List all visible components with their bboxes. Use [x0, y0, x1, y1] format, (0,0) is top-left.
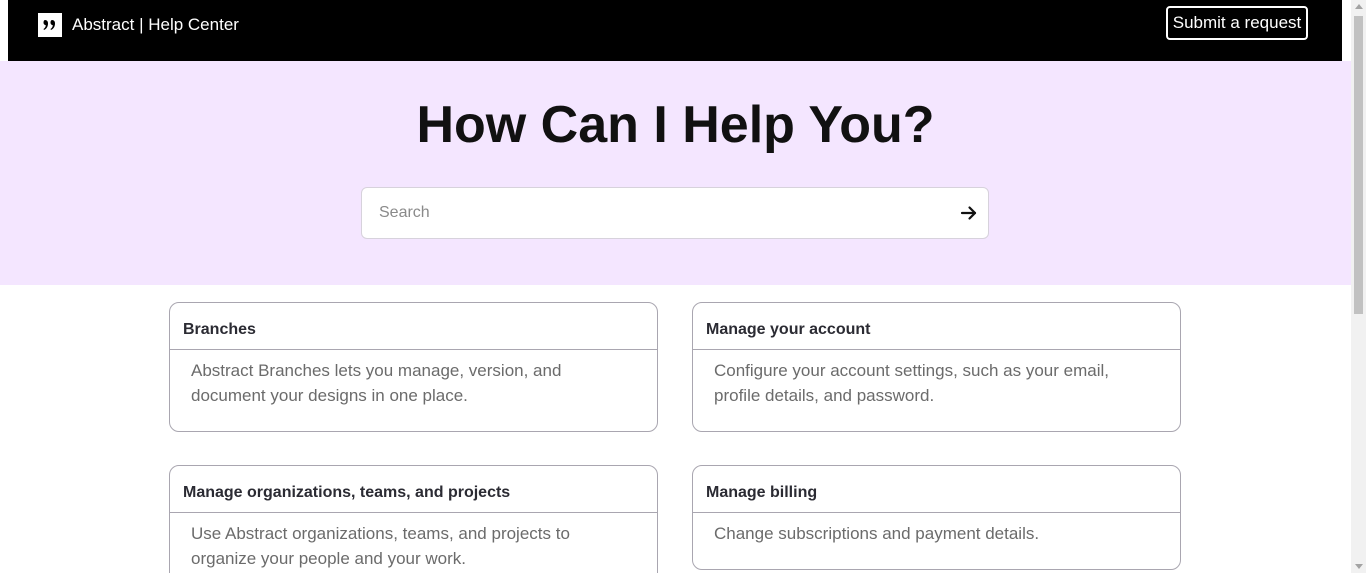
card-title: Manage billing [693, 466, 1180, 513]
page-title: How Can I Help You? [416, 96, 935, 154]
category-card-branches[interactable]: Branches Abstract Branches lets you mana… [169, 302, 658, 432]
abstract-logo-icon [38, 13, 62, 37]
card-description: Use Abstract organizations, teams, and p… [191, 524, 570, 568]
page-scrollbar[interactable] [1351, 0, 1366, 573]
scrollbar-thumb[interactable] [1354, 16, 1363, 314]
help-center-page: Abstract | Help Center Submit a request … [0, 0, 1366, 573]
brand-home-link[interactable]: Abstract | Help Center [38, 13, 239, 37]
category-card-manage-billing[interactable]: Manage billing Change subscriptions and … [692, 465, 1181, 570]
card-title: Manage your account [693, 303, 1180, 350]
card-description: Configure your account settings, such as… [714, 361, 1109, 405]
submit-request-button[interactable]: Submit a request [1166, 6, 1308, 40]
category-card-manage-organizations[interactable]: Manage organizations, teams, and project… [169, 465, 658, 573]
card-description: Abstract Branches lets you manage, versi… [191, 361, 562, 405]
search-input[interactable] [362, 188, 939, 238]
hero-section: How Can I Help You? [0, 61, 1351, 285]
top-navigation-bar: Abstract | Help Center Submit a request [8, 0, 1342, 61]
search-submit-button[interactable] [956, 200, 982, 226]
card-title: Manage organizations, teams, and project… [170, 466, 657, 513]
arrow-right-icon [960, 206, 977, 220]
card-title: Branches [170, 303, 657, 350]
scroll-down-arrow-icon[interactable] [1355, 564, 1363, 569]
site-title: Abstract | Help Center [72, 15, 239, 34]
card-description: Change subscriptions and payment details… [714, 524, 1040, 543]
scroll-up-arrow-icon[interactable] [1355, 4, 1363, 9]
category-card-manage-account[interactable]: Manage your account Configure your accou… [692, 302, 1181, 432]
search-form [361, 187, 989, 239]
